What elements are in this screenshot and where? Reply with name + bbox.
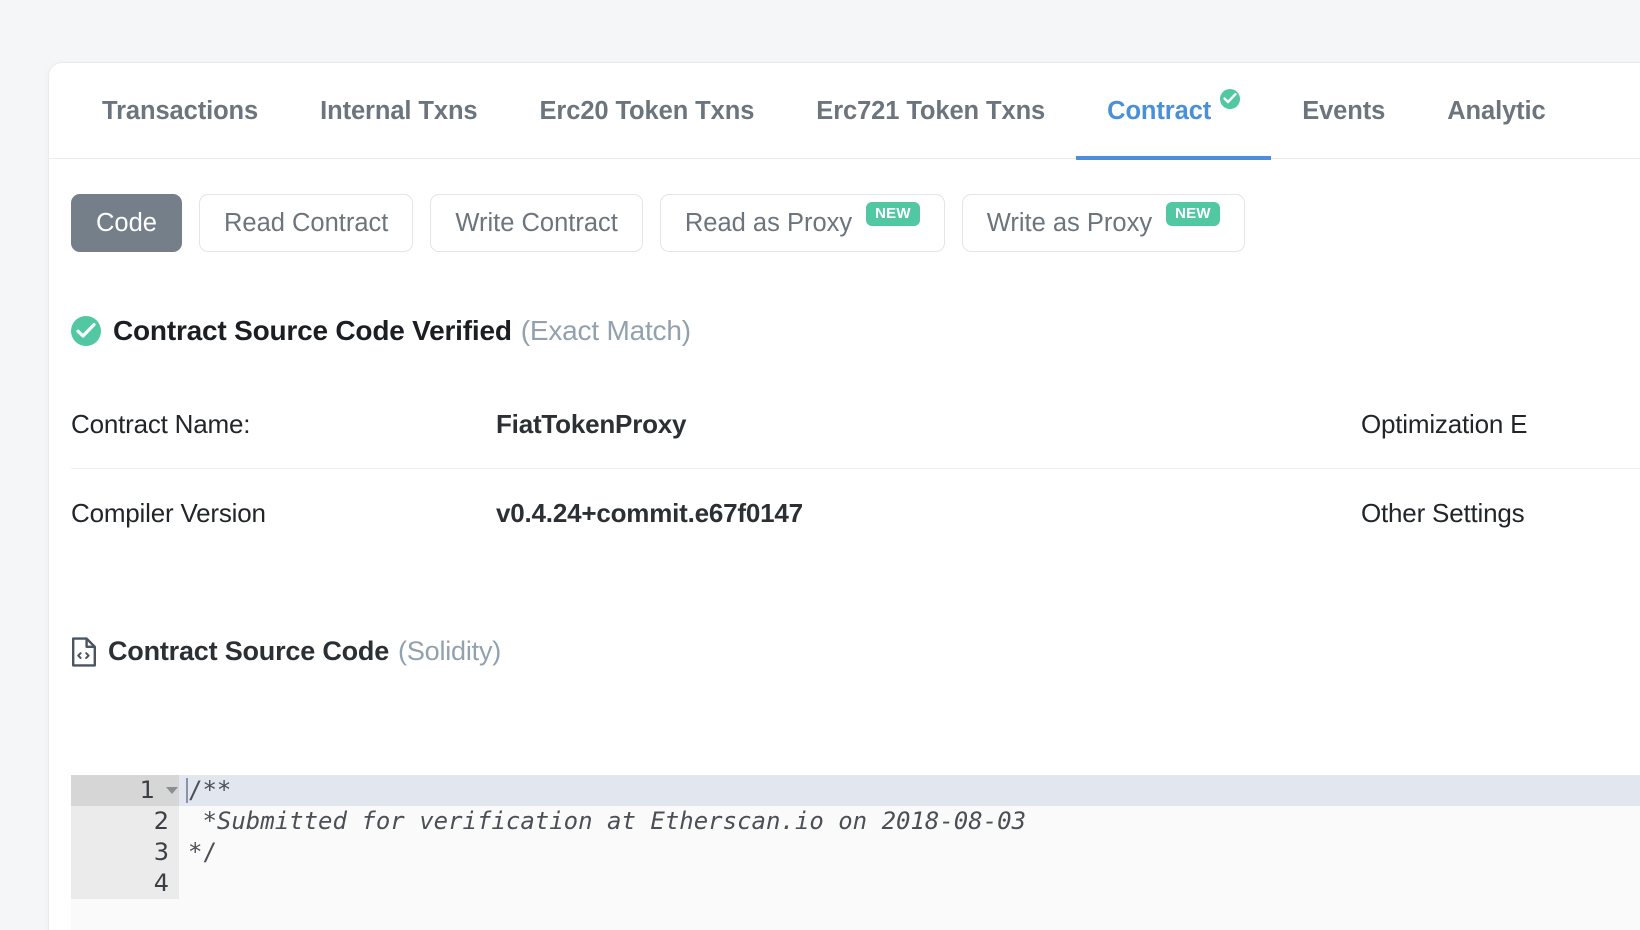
new-badge: NEW xyxy=(866,202,920,226)
button-read-as-proxy[interactable]: Read as Proxy NEW xyxy=(659,194,945,252)
line-number: 3 xyxy=(71,837,179,868)
code-line[interactable]: 3 */ xyxy=(71,837,1640,868)
contract-info-right-column: Optimization E Other Settings xyxy=(1361,381,1640,557)
button-write-contract[interactable]: Write Contract xyxy=(430,194,643,252)
tab-erc721-token-txns[interactable]: Erc721 Token Txns xyxy=(785,63,1076,159)
new-badge: NEW xyxy=(1166,202,1220,226)
contract-mode-button-row: Code Read Contract Write Contract Read as P… xyxy=(49,159,1640,252)
code-line[interactable]: 1 /** xyxy=(71,775,1640,806)
tab-label: Transactions xyxy=(102,97,259,125)
button-label: Write Contract xyxy=(455,208,618,237)
button-label: Code xyxy=(96,208,157,237)
code-line[interactable]: 2 *Submitted for verification at Ethersc… xyxy=(71,806,1640,837)
info-row: Optimization E xyxy=(1361,381,1640,469)
line-number-text: 2 xyxy=(153,807,169,835)
line-number-text: 3 xyxy=(153,838,169,866)
source-code-heading: Contract Source Code (Solidity) xyxy=(49,557,1640,667)
info-row: Other Settings xyxy=(1361,469,1640,557)
file-code-icon xyxy=(71,636,97,667)
info-row: Compiler Version v0.4.24+commit.e67f0147 xyxy=(71,469,1361,557)
button-read-contract[interactable]: Read Contract xyxy=(198,194,414,252)
code-text: */ xyxy=(188,838,217,866)
info-row: Contract Name: FiatTokenProxy xyxy=(71,381,1361,469)
tab-erc20-token-txns[interactable]: Erc20 Token Txns xyxy=(509,63,786,159)
code-text: *Submitted for verification at Etherscan… xyxy=(188,807,1027,835)
info-label: Contract Name: xyxy=(71,409,251,439)
contract-info-left-column: Contract Name: FiatTokenProxy Compiler Ver… xyxy=(71,381,1361,557)
line-number-text: 1 xyxy=(139,776,155,804)
info-label: Compiler Version xyxy=(71,497,266,528)
contract-verified-icon xyxy=(1220,89,1241,109)
info-value: v0.4.24+commit.e67f0147 xyxy=(496,497,803,528)
tab-analytic[interactable]: Analytic xyxy=(1416,63,1576,159)
tab-transactions[interactable]: Transactions xyxy=(71,63,289,159)
source-code-language: (Solidity) xyxy=(398,636,502,666)
tab-bar: Transactions Internal Txns Erc20 Token Txn… xyxy=(49,63,1640,160)
line-number: 4 xyxy=(71,868,179,899)
line-number-text: 4 xyxy=(153,869,169,897)
tab-label: Contract xyxy=(1107,97,1212,125)
line-number: 2 xyxy=(71,806,179,837)
info-value: FiatTokenProxy xyxy=(496,409,687,439)
button-label: Read Contract xyxy=(223,208,389,237)
tab-contract[interactable]: Contract xyxy=(1076,63,1272,160)
button-label: Write as Proxy xyxy=(986,208,1153,237)
fold-triangle-icon[interactable] xyxy=(166,787,178,794)
info-label: Other Settings xyxy=(1361,497,1525,528)
tab-events[interactable]: Events xyxy=(1271,63,1416,159)
tab-internal-txns[interactable]: Internal Txns xyxy=(289,63,508,159)
page-root: Transactions Internal Txns Erc20 Token Txn… xyxy=(0,0,1640,930)
code-line[interactable]: 4 xyxy=(71,868,1640,899)
tab-label: Analytic xyxy=(1447,97,1546,125)
check-circle-icon xyxy=(71,316,101,346)
button-code[interactable]: Code xyxy=(71,194,182,252)
source-code-editor[interactable]: 1/** 2 *Submitted for verification at Eth… xyxy=(71,775,1640,930)
verified-match-type: (Exact Match) xyxy=(520,315,691,346)
tab-label: Internal Txns xyxy=(320,97,478,125)
verified-title: Contract Source Code Verified xyxy=(113,315,512,346)
contract-card: Transactions Internal Txns Erc20 Token Txn… xyxy=(48,62,1640,930)
button-write-as-proxy[interactable]: Write as Proxy NEW xyxy=(961,194,1245,252)
text-cursor xyxy=(186,778,188,803)
info-label: Optimization E xyxy=(1361,409,1528,439)
contract-info-table: Contract Name: FiatTokenProxy Compiler Ver… xyxy=(49,381,1640,557)
source-code-title: Contract Source Code xyxy=(108,636,390,666)
tab-label: Events xyxy=(1302,97,1386,125)
verified-heading: Contract Source Code Verified (Exact Mat… xyxy=(49,252,1640,347)
tab-label: Erc20 Token Txns xyxy=(539,97,755,125)
line-number: 1 xyxy=(71,775,179,806)
tab-label: Erc721 Token Txns xyxy=(816,97,1046,125)
code-text: /** xyxy=(179,775,1640,806)
button-label: Read as Proxy xyxy=(684,208,853,237)
